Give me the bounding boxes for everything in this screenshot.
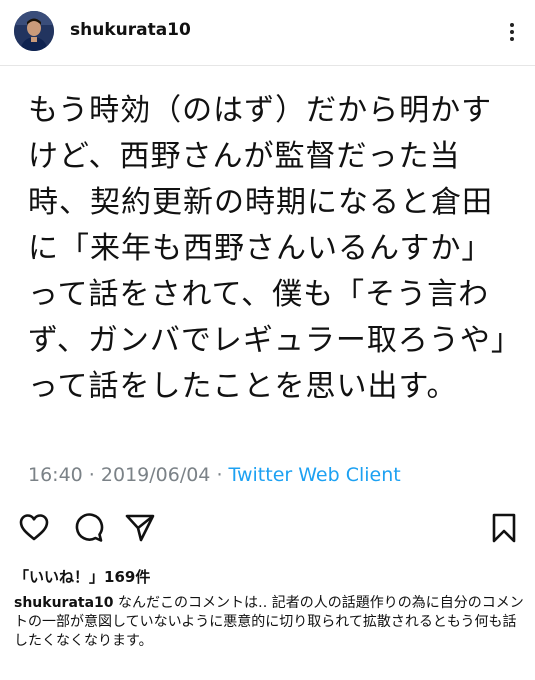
tweet-text: もう時効（のはず）だから明かすけど、西野さんが監督だった当時、契約更新の時期にな… bbox=[28, 93, 507, 404]
post-header: shukurata10 bbox=[0, 0, 535, 66]
heart-icon[interactable] bbox=[18, 512, 50, 544]
post-username[interactable]: shukurata10 bbox=[70, 20, 191, 40]
likes-number: 169件 bbox=[104, 568, 151, 586]
more-options-glyph bbox=[510, 23, 514, 41]
post-actions-bar bbox=[0, 512, 535, 558]
likes-label: 「いいね！」 bbox=[14, 568, 105, 586]
comment-icon[interactable] bbox=[72, 512, 104, 544]
tweet-time: 16:40 bbox=[28, 464, 83, 486]
post-caption: shukurata10 なんだこのコメントは‥ 記者の人の話題作りの為に自分のコ… bbox=[14, 594, 524, 651]
meta-separator: · bbox=[82, 464, 101, 486]
more-options-icon[interactable] bbox=[502, 22, 522, 42]
caption-username[interactable]: shukurata10 bbox=[14, 595, 114, 611]
profile-photo-icon bbox=[14, 11, 54, 51]
tweet-date: 2019/06/04 bbox=[100, 464, 211, 486]
meta-separator: · bbox=[210, 464, 229, 486]
paper-plane-icon[interactable] bbox=[124, 512, 156, 544]
bookmark-icon[interactable] bbox=[488, 512, 520, 544]
avatar[interactable] bbox=[14, 11, 54, 51]
likes-count[interactable]: 「いいね！」169件 bbox=[14, 566, 150, 587]
tweet-client-link[interactable]: Twitter Web Client bbox=[229, 464, 401, 486]
tweet-meta: 16:40 · 2019/06/04 · Twitter Web Client bbox=[28, 464, 401, 486]
